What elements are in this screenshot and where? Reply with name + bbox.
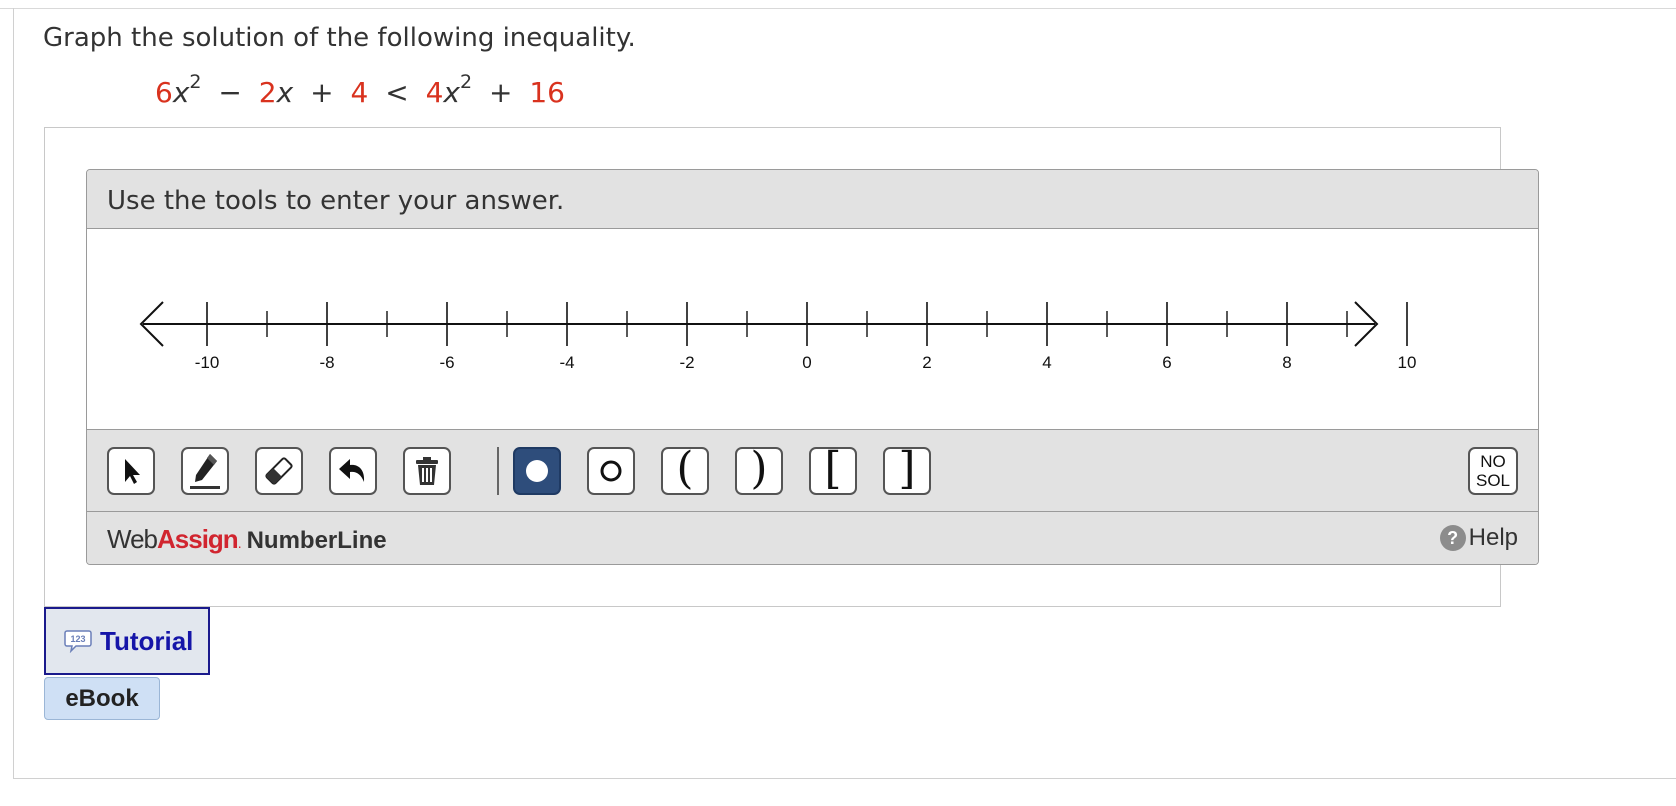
brand-product: NumberLine: [246, 527, 387, 554]
brand-assign: Assign: [157, 524, 239, 554]
plus-sign: +: [310, 76, 334, 109]
left-paren-label: (: [676, 443, 694, 494]
toolbar-separator: [497, 447, 499, 495]
tick-label: 4: [1042, 353, 1051, 372]
var-x: x: [172, 76, 190, 109]
tick-label: 6: [1162, 353, 1171, 372]
question-prompt: Graph the solution of the following ineq…: [43, 23, 636, 53]
tutorial-label: Tutorial: [100, 625, 194, 656]
filled-circle-icon: [526, 460, 548, 482]
right-bracket-tool-button[interactable]: ]: [883, 447, 931, 495]
const-4: 4: [350, 76, 369, 109]
const-16: 16: [529, 76, 565, 109]
right-bracket-label: ]: [898, 443, 916, 494]
eraser-tool-button[interactable]: [255, 447, 303, 495]
tick-label: 10: [1398, 353, 1417, 372]
tick-label: -10: [195, 353, 220, 372]
brand-web: Web: [107, 524, 158, 554]
left-bracket-label: [: [824, 443, 842, 494]
coef-6: 6: [155, 76, 173, 109]
help-label: Help: [1468, 524, 1518, 551]
coef-4: 4: [425, 76, 444, 109]
tick-label: 0: [802, 353, 811, 372]
number-line[interactable]: -10 -8 -6 -4 -2 0 2 4 6 8 10: [87, 229, 1538, 429]
no-solution-button[interactable]: NO SOL: [1468, 447, 1518, 495]
arrow-cursor-icon: [125, 459, 140, 484]
less-than-sign: <: [385, 76, 409, 109]
numberline-header: Use the tools to enter your answer.: [87, 170, 1538, 229]
brand-dot: .: [237, 535, 242, 551]
no-solution-line2: SOL: [1475, 471, 1511, 490]
right-paren-tool-button[interactable]: ): [735, 447, 783, 495]
pencil-icon: [190, 454, 220, 489]
undo-tool-button[interactable]: [329, 447, 377, 495]
speech-bubble-123-icon: 123: [64, 630, 92, 653]
tick-label: -8: [319, 353, 334, 372]
minus-sign: −: [218, 76, 242, 109]
exponent: 2: [189, 71, 202, 93]
tick-label: -6: [439, 353, 454, 372]
var-x: x: [443, 76, 460, 109]
closed-point-tool-button[interactable]: [513, 447, 561, 495]
webassign-numberline-logo: WebAssign. NumberLine: [107, 524, 387, 555]
open-circle-icon: [600, 460, 622, 482]
numberline-toolbar: ( ) [ ] NO SOL: [87, 429, 1538, 512]
exponent: 2: [459, 71, 473, 93]
inequality: 6x2 − 2x + 4 < 4x2 + 16: [155, 73, 565, 110]
tick-label: -4: [559, 353, 574, 372]
tutorial-button[interactable]: 123 Tutorial: [44, 607, 210, 675]
pointer-tool-button[interactable]: [107, 447, 155, 495]
var-x: x: [276, 76, 294, 109]
tick-label: 8: [1282, 353, 1291, 372]
question-icon: ?: [1439, 525, 1466, 551]
coef-2: 2: [258, 76, 277, 109]
tick-label: 2: [922, 353, 931, 372]
numberline-graph-area[interactable]: -10 -8 -6 -4 -2 0 2 4 6 8 10: [87, 229, 1538, 429]
left-bracket-tool-button[interactable]: [: [809, 447, 857, 495]
numberline-widget: Use the tools to enter your answer. -10-…: [86, 169, 1539, 565]
right-paren-label: ): [750, 443, 768, 494]
tick-label: -2: [679, 353, 694, 372]
no-solution-line1: NO: [1480, 452, 1506, 471]
plus-sign: +: [488, 76, 513, 109]
trash-icon: [416, 457, 438, 485]
eraser-icon: [265, 457, 293, 485]
pencil-tool-button[interactable]: [181, 447, 229, 495]
tutorial-icon-text: 123: [70, 634, 85, 644]
help-link[interactable]: ? Help: [1439, 524, 1518, 552]
numberline-instruction: Use the tools to enter your answer.: [107, 186, 565, 216]
ebook-button[interactable]: eBook: [44, 677, 160, 720]
left-paren-tool-button[interactable]: (: [661, 447, 709, 495]
delete-tool-button[interactable]: [403, 447, 451, 495]
open-point-tool-button[interactable]: [587, 447, 635, 495]
numberline-footer: WebAssign. NumberLine ? Help: [87, 512, 1538, 564]
undo-icon: [339, 459, 365, 482]
